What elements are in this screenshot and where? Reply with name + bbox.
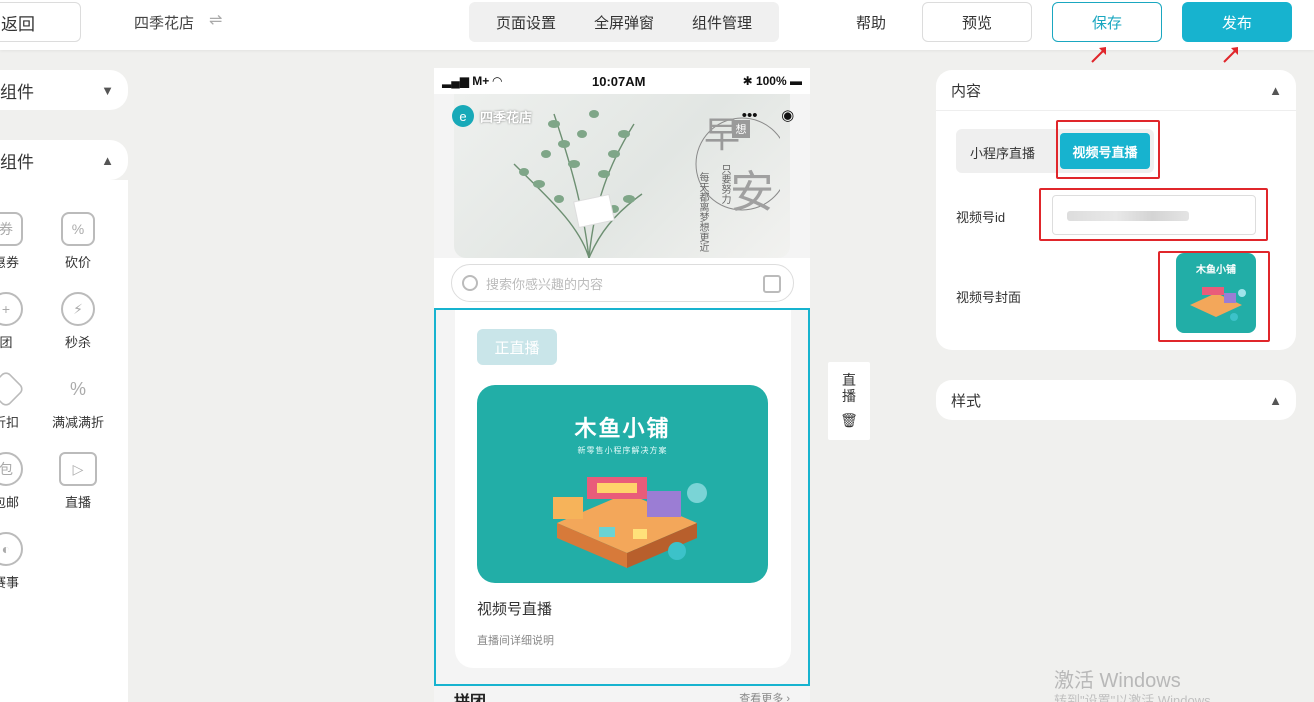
windows-activation-watermark: 激活 Windows — [1054, 670, 1181, 692]
style-panel[interactable]: 样式 ▲ — [936, 380, 1296, 420]
chevron-up-icon[interactable]: ▲ — [1269, 83, 1282, 98]
channels-cover-label: 视频号封面 — [956, 290, 1022, 305]
phone-status-bar: ▂▄▆ M+ ◠ 10:07AM ✱ 100% ▬ — [434, 68, 810, 94]
component-label: 直播 — [64, 495, 91, 510]
component-label: 赛事 — [0, 575, 19, 590]
cover-title: 木鱼小铺 — [574, 416, 671, 441]
view-more-link[interactable]: 查看更多 › — [739, 690, 790, 702]
style-panel-title: 样式 — [951, 392, 982, 410]
annotation-arrow-icon — [1223, 47, 1238, 63]
help-link[interactable]: 帮助 — [856, 12, 886, 33]
component-event[interactable]: ◐ 赛事 — [0, 532, 36, 591]
highlight-box — [1039, 188, 1268, 241]
group-icon: + — [0, 292, 23, 326]
component-live[interactable]: ▷ 直播 — [48, 452, 108, 511]
component-flash-sale[interactable]: ⚡ 秒杀 — [48, 292, 108, 351]
publish-button[interactable]: 发布 — [1182, 2, 1292, 42]
left-section-title: 组件 — [0, 152, 34, 172]
component-label: 折扣 — [0, 415, 19, 430]
content-panel-title: 内容 — [951, 82, 982, 100]
live-status-badge: 正直播 — [477, 329, 557, 365]
windows-activation-hint: 转到"设置"以激活 Windows — [1054, 693, 1211, 702]
live-component-selected[interactable]: 正直播 木鱼小铺 新零售小程序解决方案 视频号直播 直播间详细说明 — [434, 308, 810, 686]
delete-icon[interactable]: 🗑 — [828, 412, 870, 428]
page-tabs: 页面设置 全屏弹窗 组件管理 — [469, 2, 779, 42]
live-card[interactable]: 正直播 木鱼小铺 新零售小程序解决方案 视频号直播 直播间详细说明 — [455, 310, 791, 668]
shipping-icon: 包 — [0, 452, 23, 486]
percent-badge-icon: % — [69, 378, 86, 399]
chevron-up-icon[interactable]: ▲ — [101, 153, 114, 168]
search-icon — [462, 275, 478, 291]
component-label: 秒杀 — [64, 335, 91, 350]
component-tag: 直 播 🗑 — [828, 362, 870, 440]
left-section-expanded[interactable]: 组件 ▲ — [0, 140, 128, 180]
group-buy-section-header: 拼团 查看更多 › — [454, 686, 790, 702]
save-button[interactable]: 保存 — [1052, 2, 1162, 42]
tag-icon: % — [61, 212, 95, 246]
chevron-down-icon[interactable]: ▼ — [101, 83, 114, 98]
miniapp-capsule[interactable]: ••• ◉ — [730, 100, 806, 130]
left-section-title: 组件 — [0, 82, 34, 102]
top-bar: 返回 四季花店 ⇌ 页面设置 全屏弹窗 组件管理 帮助 预览 保存 发布 — [0, 0, 1314, 50]
live-description: 直播间详细说明 — [477, 635, 554, 647]
component-tag-label: 播 — [842, 388, 856, 404]
channels-id-label: 视频号id — [956, 210, 1006, 225]
more-dots-icon[interactable]: ••• — [742, 107, 758, 124]
shop-name: 四季花店 — [134, 15, 195, 32]
left-section-collapsed[interactable]: 组件 ▼ — [0, 70, 128, 110]
component-label: 包邮 — [0, 495, 19, 510]
component-label: 团 — [0, 335, 13, 350]
close-circle-icon[interactable]: ◉ — [781, 106, 794, 124]
component-label: 满减满折 — [51, 415, 104, 430]
scan-icon[interactable] — [763, 275, 781, 293]
status-battery: ✱ 100% ▬ — [742, 74, 802, 88]
switch-shop-icon[interactable]: ⇌ — [209, 10, 222, 30]
search-input[interactable]: 搜索你感兴趣的内容 — [451, 264, 794, 302]
alarm-clock-icon: ⚡ — [61, 292, 95, 326]
chevron-up-icon[interactable]: ▲ — [1269, 393, 1282, 408]
component-free-shipping[interactable]: 包 包邮 — [0, 452, 36, 511]
component-label: 砍价 — [64, 255, 91, 270]
brand-name: 四季花店 — [480, 109, 533, 125]
brand-header: e 四季花店 — [452, 105, 532, 127]
shop-logo-icon: e — [452, 105, 474, 127]
highlight-box — [1158, 251, 1270, 342]
video-camera-icon: ▷ — [59, 452, 97, 486]
basketball-icon: ◐ — [0, 532, 23, 566]
component-tag-label: 直 — [842, 372, 856, 388]
coupon-icon: 券 — [0, 212, 23, 246]
back-button[interactable]: 返回 — [0, 2, 81, 42]
live-cover-image[interactable]: 木鱼小铺 新零售小程序解决方案 — [477, 385, 768, 583]
live-title: 视频号直播 — [477, 601, 553, 618]
tab-component-manage[interactable]: 组件管理 — [692, 12, 752, 33]
component-bargain[interactable]: % 砍价 — [48, 212, 108, 271]
component-label: 惠券 — [0, 255, 19, 270]
phone-preview: ▂▄▆ M+ ◠ 10:07AM ✱ 100% ▬ 早 安 想 只要努力 每天都… — [434, 68, 810, 702]
highlight-box — [1056, 120, 1160, 179]
search-placeholder: 搜索你感兴趣的内容 — [486, 276, 604, 292]
component-full-reduction[interactable]: % 满减满折 — [48, 372, 108, 431]
store-illustration — [553, 477, 707, 568]
component-discount[interactable]: 折扣 — [0, 369, 36, 431]
cover-subtitle: 新零售小程序解决方案 — [577, 446, 668, 455]
group-buy-title: 拼团 — [454, 688, 486, 702]
signal-carrier: ▂▄▆ M+ ◠ — [442, 74, 502, 88]
annotation-arrow-icon — [1091, 47, 1106, 63]
search-bar: 搜索你感兴趣的内容 — [434, 258, 810, 308]
component-group[interactable]: + 团 — [0, 292, 36, 351]
tab-fullscreen-popup[interactable]: 全屏弹窗 — [594, 12, 654, 33]
tab-page-settings[interactable]: 页面设置 — [496, 12, 556, 33]
preview-button[interactable]: 预览 — [922, 2, 1032, 42]
status-time: 10:07AM — [592, 74, 646, 89]
discount-icon — [0, 369, 26, 409]
component-coupon[interactable]: 券 惠券 — [0, 212, 36, 271]
tab-miniapp-live[interactable]: 小程序直播 — [970, 143, 1035, 162]
